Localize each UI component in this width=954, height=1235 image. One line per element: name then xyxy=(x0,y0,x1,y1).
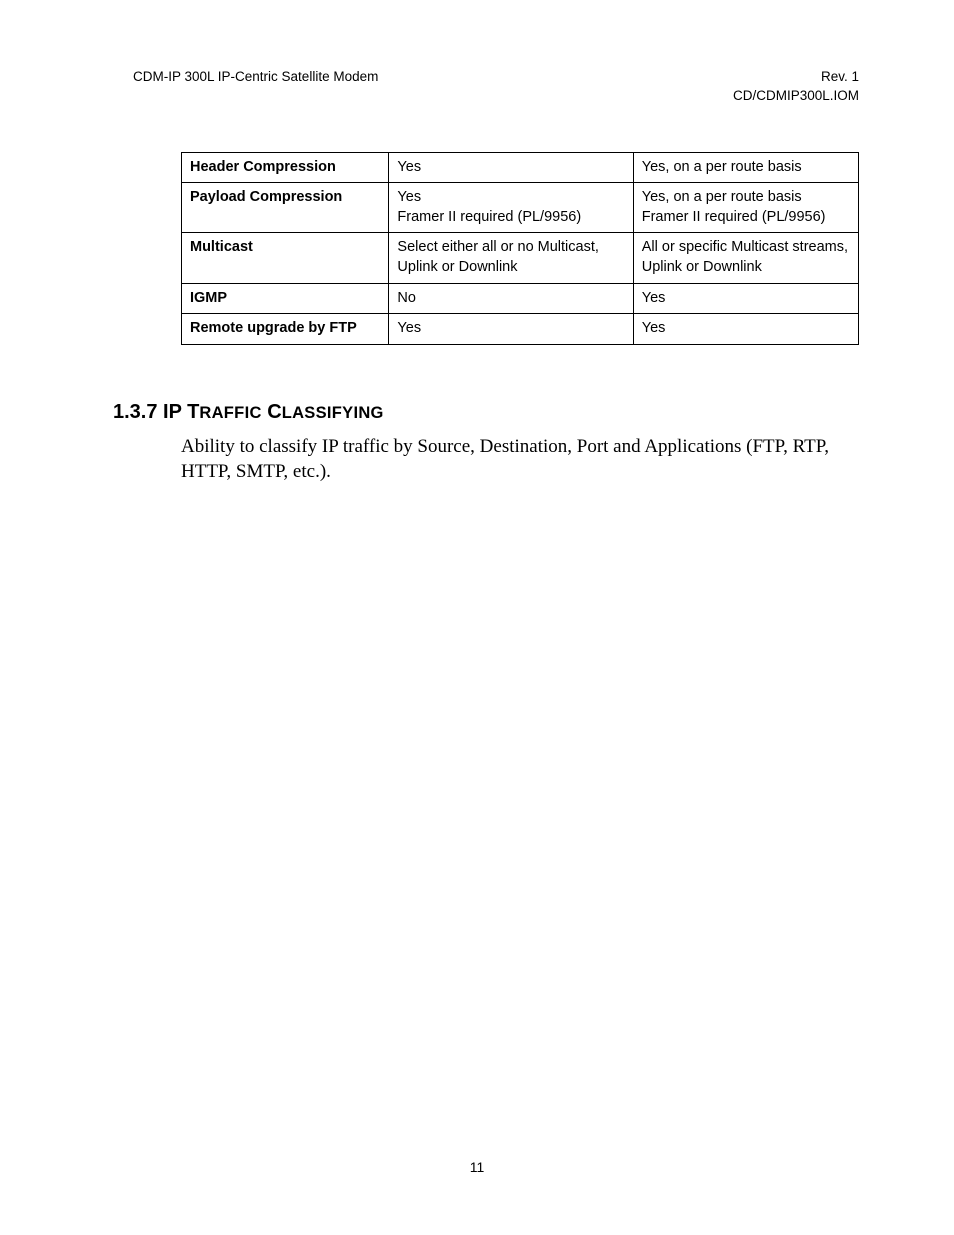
row-col3: Yes, on a per route basisFramer II requi… xyxy=(633,183,858,233)
section-title-word2-rest: RAFFIC xyxy=(199,404,261,422)
section-number: 1.3.7 xyxy=(113,401,157,423)
row-label: Header Compression xyxy=(182,152,389,183)
table-row: Remote upgrade by FTP Yes Yes xyxy=(182,314,859,345)
header-right: Rev. 1 CD/CDMIP300L.IOM xyxy=(733,68,859,106)
section-title-word3-rest: LASSIFYING xyxy=(282,404,384,422)
features-table: Header Compression Yes Yes, on a per rou… xyxy=(181,152,859,345)
header-left: CDM-IP 300L IP-Centric Satellite Modem xyxy=(133,68,378,106)
row-col3: All or specific Multicast streams, Uplin… xyxy=(633,233,858,283)
section-title-word1: IP xyxy=(163,401,182,423)
row-label: Payload Compression xyxy=(182,183,389,233)
document-page: CDM-IP 300L IP-Centric Satellite Modem R… xyxy=(0,0,954,1235)
row-col3: Yes, on a per route basis xyxy=(633,152,858,183)
header-rev: Rev. 1 xyxy=(733,68,859,87)
row-col2: No xyxy=(389,283,633,314)
row-col3: Yes xyxy=(633,314,858,345)
table-row: Multicast Select either all or no Multic… xyxy=(182,233,859,283)
row-col3: Yes xyxy=(633,283,858,314)
section-title-word2-cap: T xyxy=(187,401,199,423)
section-title-word3-cap: C xyxy=(267,401,281,423)
table-row: IGMP No Yes xyxy=(182,283,859,314)
row-col2: Yes xyxy=(389,314,633,345)
page-header: CDM-IP 300L IP-Centric Satellite Modem R… xyxy=(133,68,859,106)
section-heading: 1.3.7 IP TRAFFIC CLASSIFYING xyxy=(113,401,859,424)
section-body: Ability to classify IP traffic by Source… xyxy=(181,434,849,485)
row-label: Multicast xyxy=(182,233,389,283)
table-row: Payload Compression YesFramer II require… xyxy=(182,183,859,233)
header-docid: CD/CDMIP300L.IOM xyxy=(733,87,859,106)
row-col2: YesFramer II required (PL/9956) xyxy=(389,183,633,233)
table-row: Header Compression Yes Yes, on a per rou… xyxy=(182,152,859,183)
page-number: 11 xyxy=(0,1159,954,1175)
row-label: IGMP xyxy=(182,283,389,314)
row-col2: Yes xyxy=(389,152,633,183)
row-label: Remote upgrade by FTP xyxy=(182,314,389,345)
row-col2: Select either all or no Multicast, Uplin… xyxy=(389,233,633,283)
